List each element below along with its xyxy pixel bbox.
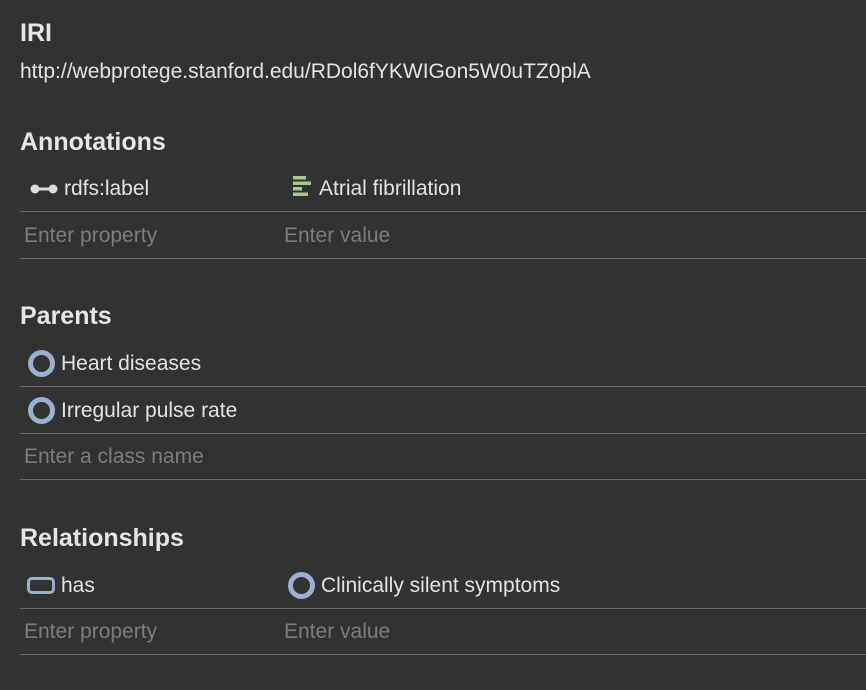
parents-heading: Parents: [20, 302, 112, 330]
annotation-value-placeholder: Enter value: [284, 223, 391, 247]
iri-heading: IRI: [20, 19, 52, 47]
class-name-placeholder: Enter a class name: [24, 444, 204, 468]
object-property-icon: [27, 576, 55, 594]
class-name-input[interactable]: Enter a class name: [24, 433, 204, 479]
parent-entry-row: Enter a class name: [20, 433, 866, 480]
annotation-property-label: rdfs:label: [64, 176, 150, 200]
annotation-value-input[interactable]: Enter value: [284, 212, 390, 258]
relationship-property-placeholder: Enter property: [24, 619, 158, 643]
annotations-heading: Annotations: [20, 128, 166, 156]
iri-value: http://webprotege.stanford.edu/RDol6fYKW…: [20, 60, 591, 83]
annotation-property-icon: [30, 178, 58, 199]
relationship-value-label: Clinically silent symptoms: [321, 573, 561, 597]
parent-irregular-pulse-rate[interactable]: Irregular pulse rate: [28, 387, 237, 433]
relationships-heading: Relationships: [20, 524, 184, 552]
literal-text-icon: [293, 175, 313, 201]
annotation-row: rdfs:label Atrial fibrillation: [20, 165, 866, 212]
parent-label: Irregular pulse rate: [61, 398, 238, 422]
parent-item: Irregular pulse rate: [20, 387, 866, 434]
annotation-entry-row: Enter property Enter value: [20, 212, 866, 259]
annotation-property-placeholder: Enter property: [24, 223, 158, 247]
relationship-property-cell[interactable]: has: [27, 562, 95, 608]
parent-label: Heart diseases: [61, 351, 202, 375]
relationship-property-label: has: [61, 573, 95, 597]
class-icon: [28, 349, 55, 377]
annotation-value-cell[interactable]: Atrial fibrillation: [293, 165, 461, 211]
relationship-value-input[interactable]: Enter value: [284, 608, 390, 654]
relationship-value-placeholder: Enter value: [284, 619, 391, 643]
parent-heart-diseases[interactable]: Heart diseases: [28, 340, 201, 386]
class-icon: [28, 396, 55, 424]
parent-item: Heart diseases: [20, 340, 866, 387]
annotation-property-input[interactable]: Enter property: [24, 212, 157, 258]
relationship-value-cell[interactable]: Clinically silent symptoms: [288, 562, 560, 608]
relationship-row: has Clinically silent symptoms: [20, 562, 866, 609]
class-icon: [288, 571, 315, 599]
annotation-property-cell[interactable]: rdfs:label: [30, 165, 149, 211]
annotation-value-label: Atrial fibrillation: [319, 176, 462, 200]
relationship-entry-row: Enter property Enter value: [20, 608, 866, 655]
relationship-property-input[interactable]: Enter property: [24, 608, 157, 654]
